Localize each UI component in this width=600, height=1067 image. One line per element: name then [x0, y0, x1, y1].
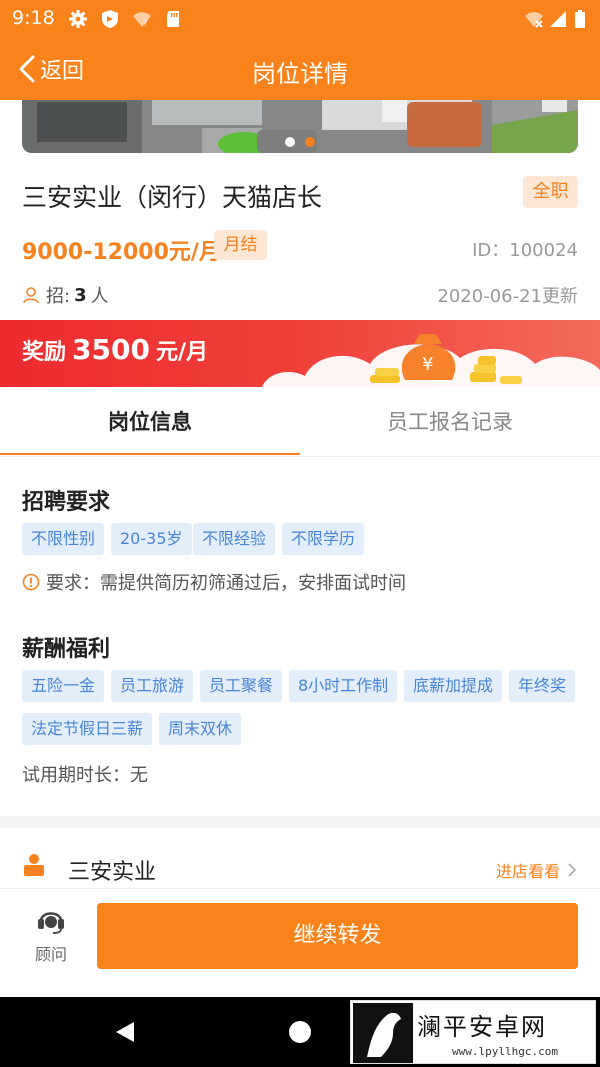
requirement-note-text: 要求：需提供简历初筛通过后，安排面试时间 — [46, 573, 406, 594]
settings-gear-icon — [69, 10, 87, 28]
visit-store-link[interactable]: 进店看看 — [496, 858, 578, 882]
bottom-action-bar: 顾问 继续转发 — [0, 888, 600, 997]
nav-bar: 返回 岗位详情 — [0, 38, 600, 100]
salary: 9000-12000元/月 — [22, 240, 221, 265]
job-title: 三安实业（闵行）天猫店长 — [22, 183, 323, 212]
headset-icon — [38, 912, 64, 934]
wifi-question-icon: ? — [133, 12, 151, 29]
advisor-button[interactable]: 顾问 — [28, 905, 74, 965]
wifi-off-icon — [525, 12, 543, 28]
home-circle-icon[interactable] — [288, 1020, 312, 1044]
carousel-dot[interactable] — [285, 137, 295, 147]
cell-signal-icon — [550, 11, 566, 27]
recruit-label: 招: — [46, 286, 71, 307]
svg-text:¥: ¥ — [422, 354, 433, 375]
recruit-number: 3 — [74, 284, 87, 306]
continue-share-button[interactable]: 继续转发 — [97, 903, 578, 969]
reward-text: 奖励 3500 元/月 — [22, 333, 208, 366]
visit-store-label: 进店看看 — [495, 862, 560, 881]
requirements-title: 招聘要求 — [22, 490, 111, 515]
company-name: 三安实业 — [68, 860, 157, 885]
pay-cycle-badge: 月结 — [214, 230, 267, 260]
watermark-url: www.lpyllhgc.com — [452, 1045, 558, 1058]
info-circle-icon — [22, 573, 40, 591]
reward-label: 奖励 — [22, 340, 67, 365]
job-photo-carousel[interactable] — [22, 100, 578, 153]
site-watermark: 澜平安卓网 www.lpyllhgc.com — [350, 1000, 596, 1064]
job-id: ID：100024 — [472, 240, 578, 261]
watermark-title: 澜平安卓网 — [417, 1013, 547, 1041]
tab-signup-records[interactable]: 员工报名记录 — [300, 387, 600, 457]
advisor-label: 顾问 — [34, 945, 67, 964]
status-bar: 9:18 ? — [0, 0, 600, 38]
requirement-tag: 不限学历 — [282, 523, 365, 555]
benefits-title: 薪酬福利 — [22, 637, 111, 662]
recruit-count: 招: 3 人 — [22, 282, 109, 308]
shield-icon — [102, 10, 118, 28]
benefit-tag: 周末双休 — [159, 713, 242, 745]
carousel-dot-active[interactable] — [305, 137, 315, 147]
tab-active-indicator — [0, 453, 300, 455]
recruit-unit: 人 — [90, 286, 109, 307]
company-person-icon — [24, 854, 44, 876]
update-date: 2020-06-21更新 — [437, 286, 578, 307]
sd-card-icon — [167, 11, 179, 27]
status-time: 9:18 — [12, 7, 55, 29]
requirement-tag: 20-35岁 — [111, 523, 192, 555]
page-title: 岗位详情 — [252, 60, 348, 88]
battery-icon — [575, 10, 585, 28]
office-photo — [22, 100, 578, 153]
benefit-tag: 员工聚餐 — [200, 670, 283, 702]
reward-unit: 元/月 — [155, 340, 208, 365]
benefit-tag: 五险一金 — [22, 670, 105, 702]
requirement-tag: 不限性别 — [22, 523, 105, 555]
reward-banner: ¥ 奖励 3500 元/月 — [0, 320, 600, 387]
back-triangle-icon[interactable] — [114, 1020, 136, 1044]
benefit-tag: 8小时工作制 — [289, 670, 398, 702]
requirement-tag: 不限经验 — [193, 523, 276, 555]
reward-amount: 3500 — [72, 333, 150, 366]
benefit-tag: 底薪加提成 — [404, 670, 503, 702]
benefit-tag: 年终奖 — [509, 670, 576, 702]
section-divider — [0, 816, 600, 828]
benefit-tag: 法定节假日三薪 — [22, 713, 153, 745]
chevron-right-icon — [568, 863, 577, 877]
probation-length: 试用期时长：无 — [22, 765, 148, 786]
benefit-tag: 员工旅游 — [111, 670, 194, 702]
horse-logo-icon — [353, 1003, 413, 1063]
requirement-note: 要求：需提供简历初筛通过后，安排面试时间 — [22, 569, 406, 595]
divider — [0, 456, 600, 457]
tab-job-info[interactable]: 岗位信息 — [0, 387, 300, 457]
svg-text:?: ? — [143, 19, 148, 29]
tab-bar: 岗位信息 员工报名记录 — [0, 387, 600, 457]
job-type-badge: 全职 — [523, 176, 578, 208]
company-row[interactable]: 三安实业 进店看看 — [0, 828, 600, 888]
person-icon — [23, 287, 39, 304]
